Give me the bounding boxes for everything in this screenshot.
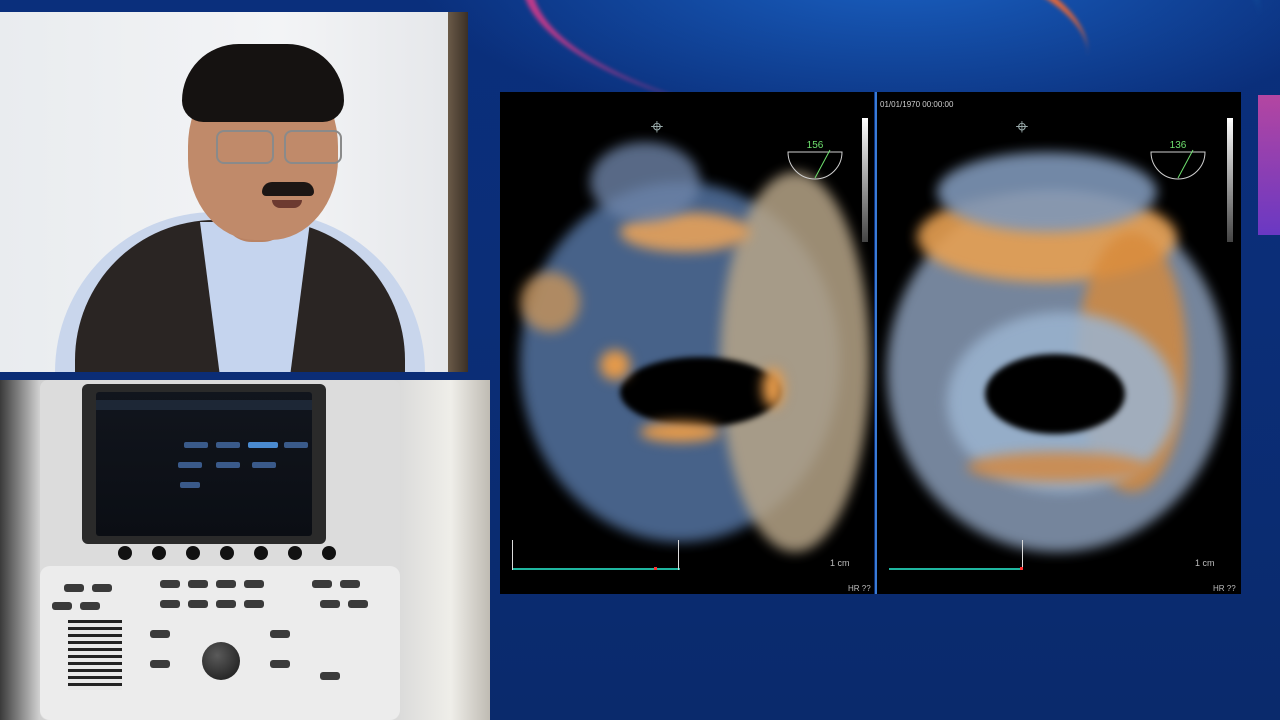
touchscreen-option (284, 442, 308, 448)
presenter-moustache (262, 182, 314, 196)
ecg-cursor (1020, 567, 1023, 570)
machine-key (80, 602, 100, 610)
machine-key (320, 672, 340, 680)
machine-key (320, 600, 340, 608)
machine-key (270, 660, 290, 668)
valve-tissue-highlight (640, 422, 720, 442)
valve-tissue (937, 152, 1157, 232)
echo-3d-view-right: 01/01/1970 00:00:00 ⌖ 136 1 cm HR ?? (877, 92, 1241, 594)
grayscale-bar (1227, 118, 1233, 242)
machine-key (244, 600, 264, 608)
orientation-icon: ⌖ (1015, 114, 1029, 139)
ecg-marker (678, 540, 679, 570)
machine-key (52, 602, 72, 610)
machine-key (160, 580, 180, 588)
touchscreen-option (184, 442, 208, 448)
machine-key (348, 600, 368, 608)
valve-orifice (985, 354, 1125, 434)
pink-edge-graphic (1258, 95, 1280, 235)
heart-rate-label: HR ?? (848, 584, 871, 593)
touchscreen-option (216, 462, 240, 468)
machine-key (244, 580, 264, 588)
valve-tissue-highlight (600, 350, 630, 380)
touchscreen-option (178, 462, 202, 468)
touchscreen-topbar (96, 400, 312, 410)
machine-key (92, 584, 112, 592)
presenter-glasses (212, 130, 344, 166)
machine-knob-row (118, 546, 338, 566)
ecg-cursor (654, 567, 657, 570)
ecg-trace (889, 568, 1023, 570)
machine-key (150, 630, 170, 638)
touchscreen-option (216, 442, 240, 448)
heart-rate-label: HR ?? (1213, 584, 1236, 593)
touchscreen-option (180, 482, 200, 488)
machine-key (340, 580, 360, 588)
machine-touchscreen (96, 392, 312, 536)
valve-tissue-highlight (762, 368, 784, 408)
touchscreen-option (248, 442, 278, 448)
machine-key (160, 600, 180, 608)
valve-tissue-highlight (520, 272, 580, 332)
scale-label: 1 cm (1195, 558, 1215, 568)
timestamp: 01/01/1970 00:00:00 (880, 100, 954, 109)
machine-key (188, 580, 208, 588)
presenter-video (0, 12, 468, 372)
machine-key (150, 660, 170, 668)
door-frame (448, 12, 468, 372)
valve-tissue-highlight (967, 452, 1147, 482)
machine-key (188, 600, 208, 608)
orientation-icon: ⌖ (650, 114, 664, 139)
machine-key (312, 580, 332, 588)
machine-trackball (202, 642, 240, 680)
valve-tissue (590, 142, 700, 222)
presenter-shirt-front (200, 222, 310, 372)
valve-orifice (620, 357, 780, 427)
ultrasound-machine-video (0, 380, 490, 720)
grayscale-bar (862, 118, 868, 242)
angle-value: 156 (806, 140, 824, 151)
presenter-mouth (272, 200, 302, 208)
tgc-sliders (68, 620, 122, 690)
machine-key (270, 630, 290, 638)
ecg-marker (1022, 540, 1023, 570)
echo-3d-view-left: ⌖ 156 1 cm HR ?? (500, 92, 874, 594)
scale-label: 1 cm (830, 558, 850, 568)
ecg-marker (512, 540, 513, 570)
machine-key (64, 584, 84, 592)
presenter-hair (182, 44, 344, 122)
angle-value: 136 (1169, 140, 1187, 151)
machine-key (216, 600, 236, 608)
touchscreen-option (252, 462, 276, 468)
machine-key (216, 580, 236, 588)
